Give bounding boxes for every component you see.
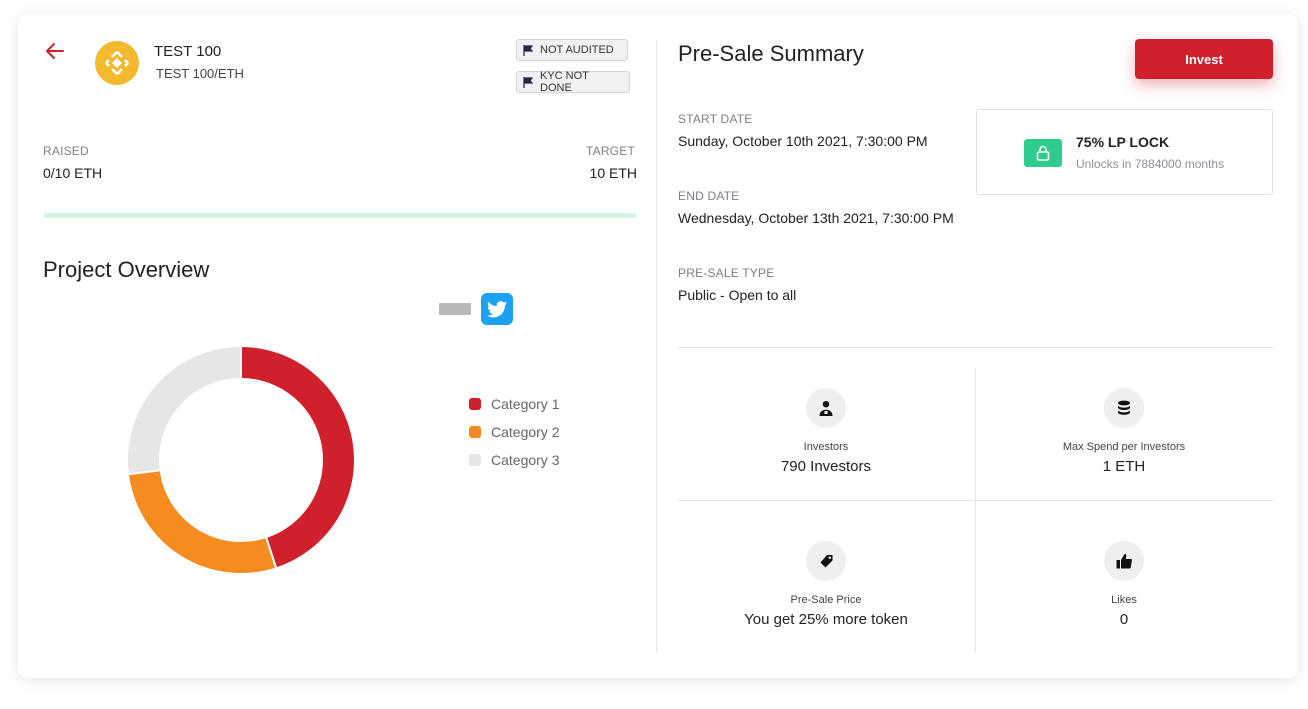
invest-button[interactable]: Invest bbox=[1135, 39, 1273, 79]
summary-divider bbox=[678, 347, 1273, 348]
kyc-status-badge: KYC NOT DONE bbox=[516, 70, 630, 94]
binance-logo-icon bbox=[95, 41, 139, 85]
legend-item: Category 1 bbox=[469, 390, 559, 418]
legend-label: Category 1 bbox=[491, 396, 560, 412]
flag-icon bbox=[523, 44, 534, 56]
tag-icon bbox=[806, 541, 846, 581]
raised-label: RAISED bbox=[43, 144, 89, 158]
stats-grid-hline bbox=[678, 500, 1273, 501]
presale-card: TEST 100 TEST 100/ETH NOT AUDITED KYC NO… bbox=[18, 14, 1298, 678]
panel-divider bbox=[656, 40, 657, 652]
start-date-value: Sunday, October 10th 2021, 7:30:00 PM bbox=[678, 133, 928, 149]
donut-slice-2 bbox=[126, 469, 278, 575]
lp-lock-card: 75% LP LOCK Unlocks in 7884000 months bbox=[976, 109, 1273, 195]
raise-progress-bar bbox=[43, 213, 637, 218]
chart-legend: Category 1 Category 2 Category 3 bbox=[469, 390, 559, 474]
end-date-label: END DATE bbox=[678, 189, 740, 203]
lp-lock-title: 75% LP LOCK bbox=[1076, 134, 1170, 150]
stat-label: Max Spend per Investors bbox=[1062, 441, 1186, 453]
token-name: TEST 100 bbox=[154, 43, 222, 60]
presale-type-value: Public - Open to all bbox=[678, 287, 797, 303]
lp-lock-subtitle: Unlocks in 7884000 months bbox=[1076, 157, 1225, 171]
stat-value: 790 Investors bbox=[780, 458, 872, 475]
coins-icon bbox=[1104, 388, 1144, 428]
stat-label: Pre-Sale Price bbox=[790, 594, 862, 606]
target-value: 10 ETH bbox=[589, 165, 637, 181]
raised-value: 0/10 ETH bbox=[43, 165, 103, 181]
stat-value: You get 25% more token bbox=[744, 611, 908, 628]
donut-slice-1 bbox=[240, 345, 356, 570]
legend-item: Category 3 bbox=[469, 446, 559, 474]
legend-swatch bbox=[469, 426, 481, 438]
stat-value: 0 bbox=[1119, 611, 1129, 628]
investor-icon bbox=[806, 388, 846, 428]
donut-slice-3 bbox=[126, 345, 242, 476]
legend-label: Category 3 bbox=[491, 452, 560, 468]
link-icon[interactable] bbox=[439, 303, 471, 315]
stat-label: Likes bbox=[1111, 594, 1137, 606]
flag-icon bbox=[523, 76, 534, 88]
stat-investors: Investors 790 Investors bbox=[678, 388, 974, 475]
kyc-status-label: KYC NOT DONE bbox=[540, 70, 589, 94]
stat-label: Investors bbox=[803, 441, 849, 453]
legend-swatch bbox=[469, 454, 481, 466]
stat-likes: Likes 0 bbox=[976, 541, 1272, 628]
legend-label: Category 2 bbox=[491, 424, 560, 440]
end-date-value: Wednesday, October 13th 2021, 7:30:00 PM bbox=[678, 210, 954, 226]
category-donut-chart bbox=[126, 345, 356, 575]
stat-presale-price: Pre-Sale Price You get 25% more token bbox=[678, 541, 974, 628]
presale-type-label: PRE-SALE TYPE bbox=[678, 266, 775, 280]
start-date-label: START DATE bbox=[678, 112, 753, 126]
token-pair: TEST 100/ETH bbox=[156, 66, 244, 81]
legend-swatch bbox=[469, 398, 481, 410]
audit-status-badge: NOT AUDITED bbox=[516, 39, 628, 61]
lock-icon bbox=[1024, 139, 1062, 167]
stat-max-spend: Max Spend per Investors 1 ETH bbox=[976, 388, 1272, 475]
twitter-icon[interactable] bbox=[481, 293, 513, 325]
legend-item: Category 2 bbox=[469, 418, 559, 446]
project-overview-title: Project Overview bbox=[43, 257, 210, 282]
back-arrow-icon[interactable] bbox=[44, 40, 66, 62]
thumbs-up-icon[interactable] bbox=[1104, 541, 1144, 581]
audit-status-label: NOT AUDITED bbox=[540, 44, 614, 56]
stat-value: 1 ETH bbox=[1102, 458, 1146, 475]
target-label: TARGET bbox=[586, 144, 635, 158]
presale-summary-title: Pre-Sale Summary bbox=[678, 41, 864, 66]
